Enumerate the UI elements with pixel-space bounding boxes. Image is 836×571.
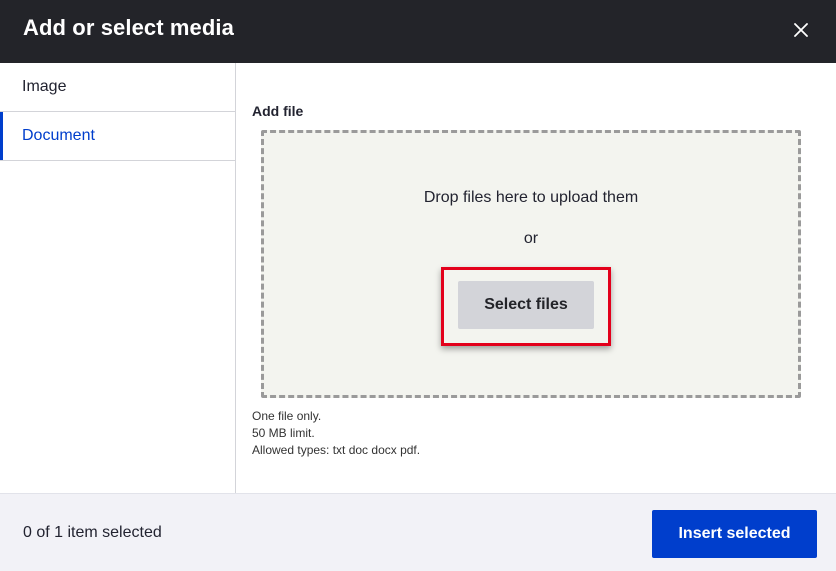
media-type-sidebar: Image Document [0, 63, 236, 493]
tab-document[interactable]: Document [0, 112, 235, 161]
file-dropzone[interactable]: Drop files here to upload them or Select… [261, 130, 801, 398]
highlight-box: Select files [441, 267, 611, 346]
dialog-titlebar: Add or select media [0, 0, 836, 63]
help-line-files: One file only. [252, 409, 322, 423]
dialog-footer: 0 of 1 item selected Insert selected [0, 493, 836, 571]
add-file-label: Add file [252, 103, 304, 119]
close-icon [794, 23, 808, 37]
select-files-button[interactable]: Select files [458, 281, 594, 329]
close-button[interactable] [789, 18, 813, 42]
drop-instructions: Drop files here to upload them [423, 189, 639, 206]
help-line-size: 50 MB limit. [252, 426, 315, 440]
tab-label: Document [22, 127, 95, 144]
tab-image[interactable]: Image [0, 63, 235, 112]
tab-label: Image [22, 78, 67, 95]
selection-count: 0 of 1 item selected [23, 524, 162, 541]
dialog-title: Add or select media [23, 15, 234, 40]
or-separator: or [523, 230, 539, 247]
upload-panel: Add file Drop files here to upload them … [236, 63, 836, 493]
upload-help-text: One file only. 50 MB limit. Allowed type… [252, 408, 420, 459]
insert-selected-button[interactable]: Insert selected [652, 510, 817, 558]
help-line-types: Allowed types: txt doc docx pdf. [252, 443, 421, 457]
